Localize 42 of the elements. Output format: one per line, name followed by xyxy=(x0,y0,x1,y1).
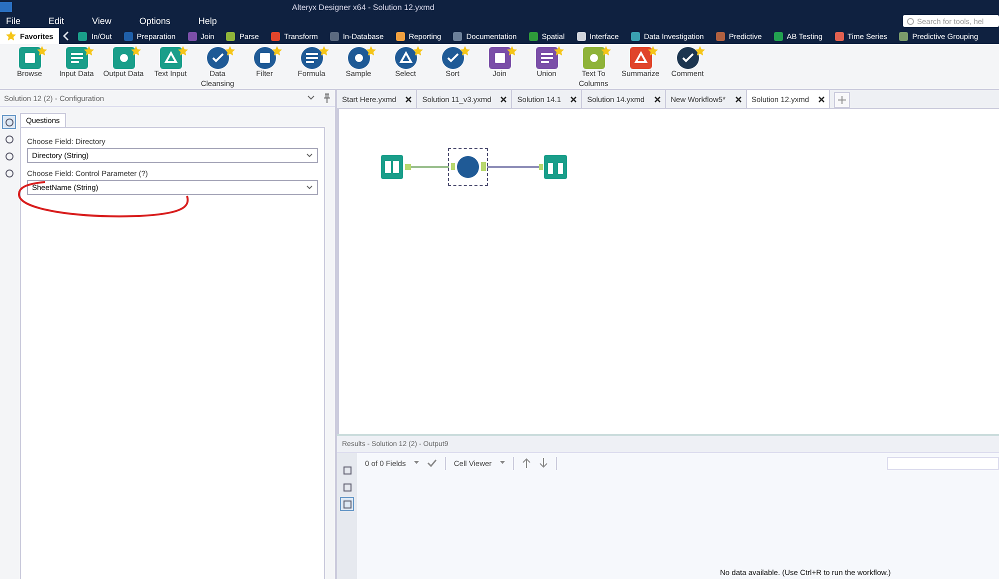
favorite-star-icon xyxy=(131,46,141,56)
window-title: Alteryx Designer x64 - Solution 12.yxmd xyxy=(292,2,434,12)
favorite-star-icon xyxy=(554,46,564,56)
caret-icon xyxy=(306,185,313,190)
favorite-star-icon xyxy=(648,46,658,56)
close-icon[interactable] xyxy=(818,96,826,102)
close-icon[interactable] xyxy=(654,96,661,102)
search-field[interactable] xyxy=(887,456,999,470)
menu-item[interactable]: Help xyxy=(198,16,217,26)
favorite-star-icon xyxy=(225,46,235,56)
add-tab-icon[interactable] xyxy=(834,92,850,108)
favorite-star-icon xyxy=(178,46,188,56)
favorite-star-icon xyxy=(272,46,282,56)
menu-item[interactable]: View xyxy=(92,16,112,26)
favorite-star-icon xyxy=(413,46,423,56)
favorite-star-icon xyxy=(695,46,705,56)
caret-icon[interactable] xyxy=(414,461,419,465)
favorite-star-icon xyxy=(460,46,470,56)
app-logo xyxy=(0,2,12,12)
close-icon[interactable] xyxy=(570,96,578,102)
close-icon[interactable] xyxy=(500,96,508,102)
close-icon[interactable] xyxy=(734,96,742,102)
macro-node[interactable] xyxy=(449,149,487,185)
favorite-star-icon xyxy=(366,46,376,56)
favorite-star-icon xyxy=(319,46,329,56)
down-arrow-icon[interactable] xyxy=(538,458,548,468)
caret-icon[interactable] xyxy=(500,461,505,465)
favorite-star-icon xyxy=(37,46,47,56)
menu-item[interactable]: Edit xyxy=(48,16,64,26)
search-icon xyxy=(907,18,914,24)
caret-icon[interactable] xyxy=(307,95,315,101)
favorite-star-icon xyxy=(507,46,517,56)
menu-item[interactable]: File xyxy=(6,16,21,26)
book-node[interactable] xyxy=(381,155,411,179)
menu-item[interactable]: Options xyxy=(139,16,170,26)
up-arrow-icon[interactable] xyxy=(522,458,531,468)
pin-icon[interactable] xyxy=(323,93,331,103)
binoculars-node[interactable] xyxy=(539,155,567,179)
close-icon[interactable] xyxy=(405,96,412,102)
favorite-star-icon xyxy=(601,46,611,56)
caret-icon xyxy=(306,153,313,158)
favorite-star-icon xyxy=(84,46,94,56)
